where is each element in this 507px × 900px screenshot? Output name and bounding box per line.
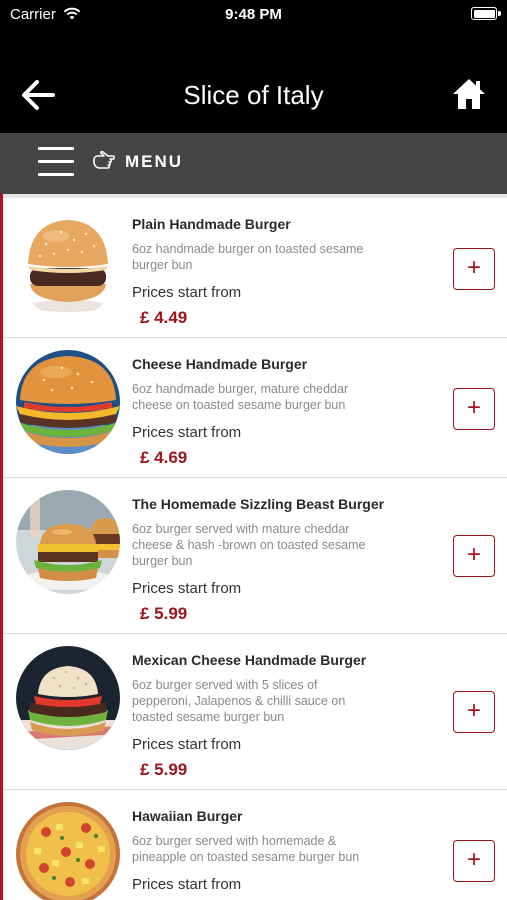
pizza-image: [16, 802, 120, 900]
add-to-cart-button[interactable]: +: [453, 535, 495, 577]
burger-image: [16, 490, 120, 594]
menu-label[interactable]: MENU: [125, 152, 183, 172]
item-description: 6oz burger served with homemade & pineap…: [132, 834, 360, 864]
item-description: 6oz burger served with 5 slices of peppe…: [132, 678, 346, 724]
item-name: Mexican Cheese Handmade Burger: [132, 652, 367, 668]
menu-bar: MENU: [0, 133, 507, 194]
add-to-cart-button[interactable]: +: [453, 691, 495, 733]
page-title: Slice of Italy: [183, 80, 324, 110]
item-description: 6oz handmade burger, mature cheddar chee…: [132, 382, 349, 412]
list-item[interactable]: The Homemade Sizzling Beast Burger 6oz b…: [3, 478, 507, 634]
pointing-hand-icon: [93, 151, 115, 169]
item-price: £ 4.49: [140, 308, 188, 327]
burger-image: [16, 350, 120, 454]
item-price: £ 5.99: [140, 760, 188, 779]
item-name: The Homemade Sizzling Beast Burger: [132, 496, 385, 512]
list-item[interactable]: Hawaiian Burger 6oz burger served with h…: [3, 790, 507, 900]
navigation-bar: Slice of Italy: [0, 30, 507, 133]
price-label: Prices start from: [132, 876, 242, 893]
add-to-cart-button[interactable]: +: [453, 840, 495, 882]
item-name: Cheese Handmade Burger: [132, 356, 308, 372]
burger-image: [16, 214, 120, 318]
battery-icon: [471, 7, 501, 20]
item-description: 6oz burger served with mature cheddar ch…: [132, 522, 366, 568]
menu-item-list[interactable]: Plain Handmade Burger 6oz handmade burge…: [0, 194, 507, 900]
list-item[interactable]: Cheese Handmade Burger 6oz handmade burg…: [3, 338, 507, 478]
home-icon[interactable]: [451, 76, 487, 112]
add-to-cart-button[interactable]: +: [453, 248, 495, 290]
add-to-cart-button[interactable]: +: [453, 388, 495, 430]
price-label: Prices start from: [132, 736, 242, 753]
item-price: £ 5.99: [140, 604, 188, 623]
item-price: £ 4.69: [140, 448, 188, 467]
item-name: Plain Handmade Burger: [132, 216, 291, 232]
price-label: Prices start from: [132, 424, 242, 441]
list-item[interactable]: Plain Handmade Burger 6oz handmade burge…: [3, 198, 507, 338]
status-bar: Carrier 9:48 PM: [0, 0, 507, 30]
price-label: Prices start from: [132, 580, 242, 597]
list-item[interactable]: Mexican Cheese Handmade Burger 6oz burge…: [3, 634, 507, 790]
item-name: Hawaiian Burger: [132, 808, 243, 824]
clock: 9:48 PM: [225, 6, 282, 23]
hamburger-icon[interactable]: [38, 147, 74, 177]
burger-image: [16, 646, 120, 750]
item-description: 6oz handmade burger on toasted sesame bu…: [132, 242, 364, 272]
price-label: Prices start from: [132, 284, 242, 301]
